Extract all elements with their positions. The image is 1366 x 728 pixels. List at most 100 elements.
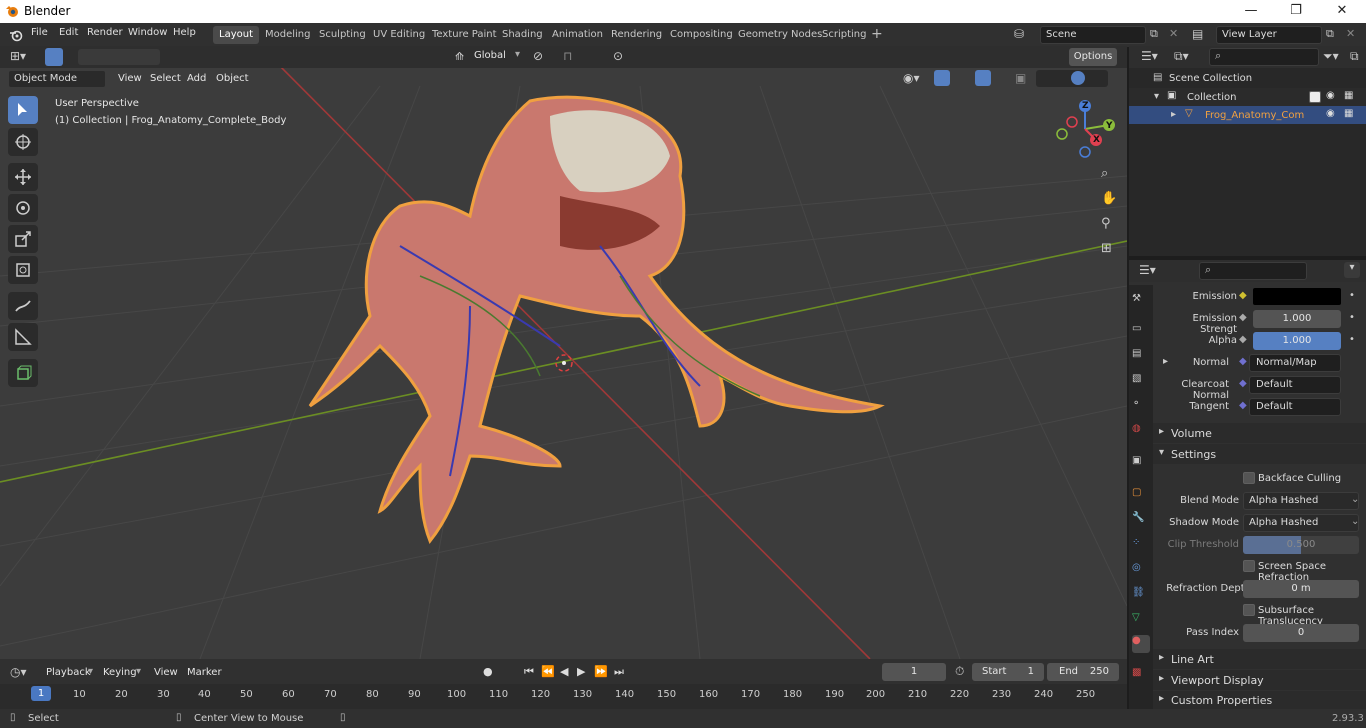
line-art-section[interactable]: ▸ Line Art [1153,649,1366,669]
outliner-row-selected[interactable]: ▸ ▽ Frog_Anatomy_Complete ◉ ▦ [1129,106,1366,124]
grid-view-icon[interactable]: ⊞ [1101,241,1112,256]
render-camera-icon[interactable]: ▦ [1344,90,1353,101]
tool-transform[interactable] [8,256,38,284]
expand-arrow-icon[interactable]: ▾ [1154,91,1159,102]
backface-culling-checkbox[interactable] [1243,472,1255,484]
jump-keyframe-back-icon[interactable]: ⏪ [541,665,555,678]
new-collection-icon[interactable]: ⧉ [1350,49,1359,64]
overlay-toggle-icon[interactable] [975,70,991,86]
menu-timeline-view[interactable]: View [154,667,178,678]
keyframe-dot-icon[interactable]: • [1349,334,1355,345]
socket-icon[interactable]: ◆ [1239,312,1247,323]
outliner-row[interactable]: ▤ Scene Collection [1129,70,1366,88]
view-layer-tab-icon[interactable]: ▧ [1132,373,1150,391]
view-layer-field[interactable]: View Layer [1216,26,1322,44]
constraints-tab-icon[interactable]: ⛓ [1132,587,1150,605]
tool-measure[interactable] [8,323,38,351]
transform-orientation[interactable]: Global [474,50,506,61]
menu-marker[interactable]: Marker [187,667,222,678]
subsurface-checkbox[interactable] [1243,604,1255,616]
gizmo-toggle-icon[interactable] [934,70,950,86]
jump-keyframe-forward-icon[interactable]: ⏩ [594,665,608,678]
socket-icon[interactable]: ◆ [1239,356,1247,367]
object-tab-icon[interactable]: ▢ [1132,487,1150,505]
tab-shading[interactable]: Shading [496,26,549,44]
pass-index-field[interactable]: 0 [1243,624,1359,642]
delete-scene-icon[interactable]: ✕ [1169,27,1178,40]
tab-modeling[interactable]: Modeling [259,26,317,44]
alpha-field[interactable]: 1.000 [1253,332,1341,350]
tab-scripting[interactable]: Scripting [816,26,872,44]
properties-type-icon[interactable]: ☰▾ [1139,263,1156,277]
maximize-button[interactable]: ❐ [1273,0,1319,23]
3d-viewport[interactable]: ⊞▾ ⟰ Global ▾ ⊘ ⊓ ⊙ Options Object Mode … [0,46,1127,659]
pan-hand-icon[interactable]: ✋ [1101,191,1117,206]
custom-properties-section[interactable]: ▸ Custom Properties [1153,691,1366,709]
emission-strength-field[interactable]: 1.000 [1253,310,1341,328]
menu-render[interactable]: Render [87,27,123,38]
menu-object[interactable]: Object [216,73,249,84]
add-workspace-icon[interactable]: + [871,26,883,42]
shadow-mode-select[interactable]: Alpha Hashed [1243,514,1359,532]
clearcoat-normal-field[interactable]: Default [1249,376,1341,394]
playhead[interactable]: 1 [31,686,51,701]
keyframe-dot-icon[interactable]: • [1349,312,1355,323]
tool-cursor[interactable] [8,128,38,156]
tab-texture-paint[interactable]: Texture Paint [426,26,503,44]
clip-threshold-slider[interactable]: 0.500 [1243,536,1359,554]
settings-section[interactable]: ▾ Settings [1153,444,1366,464]
emission-color-swatch[interactable] [1253,288,1341,305]
mode-selector[interactable]: Object Mode [8,70,106,88]
physics-tab-icon[interactable]: ◎ [1132,562,1150,580]
view-layer-icon[interactable]: ▤ [1192,27,1203,41]
socket-icon[interactable]: ◆ [1239,378,1247,389]
expand-arrow-icon[interactable]: ▸ [1171,109,1176,120]
play-icon[interactable]: ▶ [577,665,585,678]
xray-icon[interactable]: ▣ [1015,71,1026,85]
world-tab-icon[interactable]: ◍ [1132,423,1150,441]
editor-type-icon[interactable]: ⊞▾ [10,49,26,63]
tool-annotate[interactable] [8,292,38,320]
tab-layout[interactable]: Layout [213,26,259,44]
tool-move[interactable] [8,163,38,191]
tab-rendering[interactable]: Rendering [605,26,668,44]
stopwatch-icon[interactable]: ⏱ [955,664,964,679]
tool-select-box[interactable] [8,96,38,124]
render-camera-icon[interactable]: ▦ [1344,108,1353,119]
record-icon[interactable]: ● [483,665,493,678]
eye-icon[interactable]: ◉ [1326,90,1335,101]
output-tab-icon[interactable]: ▤ [1132,348,1150,366]
scene-icon[interactable]: ⛁ [1014,27,1024,41]
outliner-type-icon[interactable]: ☰▾ [1141,49,1158,63]
tab-sculpting[interactable]: Sculpting [313,26,372,44]
collection-tab-icon[interactable]: ▣ [1132,455,1150,473]
current-frame-field[interactable]: 1 [882,663,946,681]
select-mode-buttons[interactable] [78,49,160,65]
scene-tab-icon[interactable]: ⚬ [1132,398,1150,416]
particles-tab-icon[interactable]: ⁘ [1132,537,1150,555]
socket-icon[interactable]: ◆ [1239,400,1247,411]
menu-keying[interactable]: Keying [103,667,137,678]
normal-field[interactable]: Normal/Map [1249,354,1341,372]
ssr-checkbox[interactable] [1243,560,1255,572]
material-preview-icon[interactable] [1071,71,1085,85]
tab-animation[interactable]: Animation [546,26,609,44]
tab-compositing[interactable]: Compositing [664,26,739,44]
options-button[interactable]: Options [1069,48,1117,66]
refraction-depth-field[interactable]: 0 m [1243,580,1359,598]
socket-icon[interactable]: ◆ [1239,334,1247,345]
tool-scale[interactable] [8,225,38,253]
data-tab-icon[interactable]: ▽ [1132,612,1150,630]
tab-uv-editing[interactable]: UV Editing [367,26,431,44]
tangent-field[interactable]: Default [1249,398,1341,416]
menu-playback[interactable]: Playback [46,667,91,678]
menu-select[interactable]: Select [150,73,181,84]
scene-field[interactable]: Scene [1040,26,1146,44]
timeline-type-icon[interactable]: ◷▾ [10,665,27,679]
outliner-row[interactable]: ▾ ▣ Collection ◉ ▦ [1129,88,1366,106]
socket-icon[interactable]: ◆ [1239,290,1247,301]
tool-rotate[interactable] [8,194,38,222]
texture-tab-icon[interactable]: ▩ [1132,667,1150,685]
material-tab-icon[interactable]: ● [1132,635,1150,653]
zoom-icon[interactable]: ⌕ [1101,166,1108,181]
